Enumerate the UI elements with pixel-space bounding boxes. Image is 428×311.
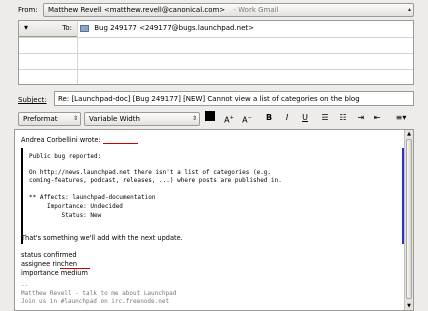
outdent-icon[interactable]: ⇤ [370,111,384,125]
chevron-down-icon: ⇕ [72,115,78,122]
subject-input[interactable]: Re: [Launchpad-doc] [Bug 249177] [NEW] C… [54,91,414,106]
align-menu-icon[interactable]: ≡▾ [391,111,411,125]
shrink-font-button[interactable]: A− [240,111,254,125]
font-select[interactable]: Variable Width ⇕ [84,112,200,126]
scrollbar-thumb[interactable] [406,139,412,299]
quoted-text-block: Public bug reported: On http://news.laun… [21,148,404,244]
command-line: importance medium [21,269,88,277]
quoted-line: Status: New [29,212,102,219]
from-address: Matthew Revell <matthew.revell@canonical… [48,6,226,14]
bullet-list-icon[interactable]: ☰ [318,111,332,125]
signature-line: Join us in #launchpad on irc.freenode.ne… [21,298,170,305]
subject-label: Subject: [18,96,47,104]
quoted-line: coming-features, podcast, releases, ...)… [29,177,282,184]
scroll-down-icon[interactable]: ▼ [405,302,413,310]
quoted-line: On http://news.launchpad.net there isn't… [29,169,272,176]
paragraph-style-value: Preformat [23,115,58,123]
pin-icon: ▾ [24,23,29,32]
chevron-down-icon: ⇕ [191,115,197,122]
signature-line: Matthew Revell - talk to me about Launch… [21,290,177,297]
reply-line: That's something we'll add with the next… [21,234,183,242]
to-recipient[interactable]: Bug 249177 <249177@bugs.launchpad.net> [80,24,254,32]
message-body-editor[interactable]: Andrea Corbellini wrote: Public bug repo… [14,129,414,311]
indent-icon[interactable]: ⇥ [354,111,368,125]
from-account-select[interactable]: Matthew Revell <matthew.revell@canonical… [43,3,414,17]
underline-button[interactable]: U [298,111,312,125]
numbered-list-icon[interactable]: ☷ [336,111,350,125]
command-line: assignee rinchen [21,260,78,268]
contact-card-icon [80,24,89,32]
from-label: From: [18,6,38,14]
italic-button[interactable]: I [280,111,294,125]
select-arrow-icon: ▴ [407,6,411,13]
font-value: Variable Width [89,115,140,123]
recipient-type-select[interactable]: ▾ To: [21,23,76,35]
to-recipient-address: Bug 249177 <249177@bugs.launchpad.net> [94,24,255,32]
from-account-name: - Work Gmail [233,6,279,14]
command-line: status confirmed [21,251,77,259]
quoted-line: ** Affects: launchpad-documentation [29,194,156,201]
paragraph-style-select[interactable]: Preformat ⇕ [18,112,81,126]
subject-text: Re: [Launchpad-doc] [Bug 249177] [NEW] C… [58,95,360,103]
signature-separator: -- [21,282,29,289]
quoted-line: Importance: Undecided [29,203,123,210]
bold-button[interactable]: B [262,111,276,125]
quoted-line: Public bug reported: [29,153,102,160]
editor-scrollbar[interactable]: ▲ ▼ [404,130,413,310]
scroll-up-icon[interactable]: ▲ [405,130,413,138]
attribution-line: Andrea Corbellini wrote: [21,136,101,144]
to-label: To: [62,24,72,32]
recipients-list[interactable]: ▾ To: Bug 249177 <249177@bugs.launchpad.… [18,20,414,85]
grow-font-button[interactable]: A+ [222,111,236,125]
font-color-button[interactable] [205,111,215,121]
